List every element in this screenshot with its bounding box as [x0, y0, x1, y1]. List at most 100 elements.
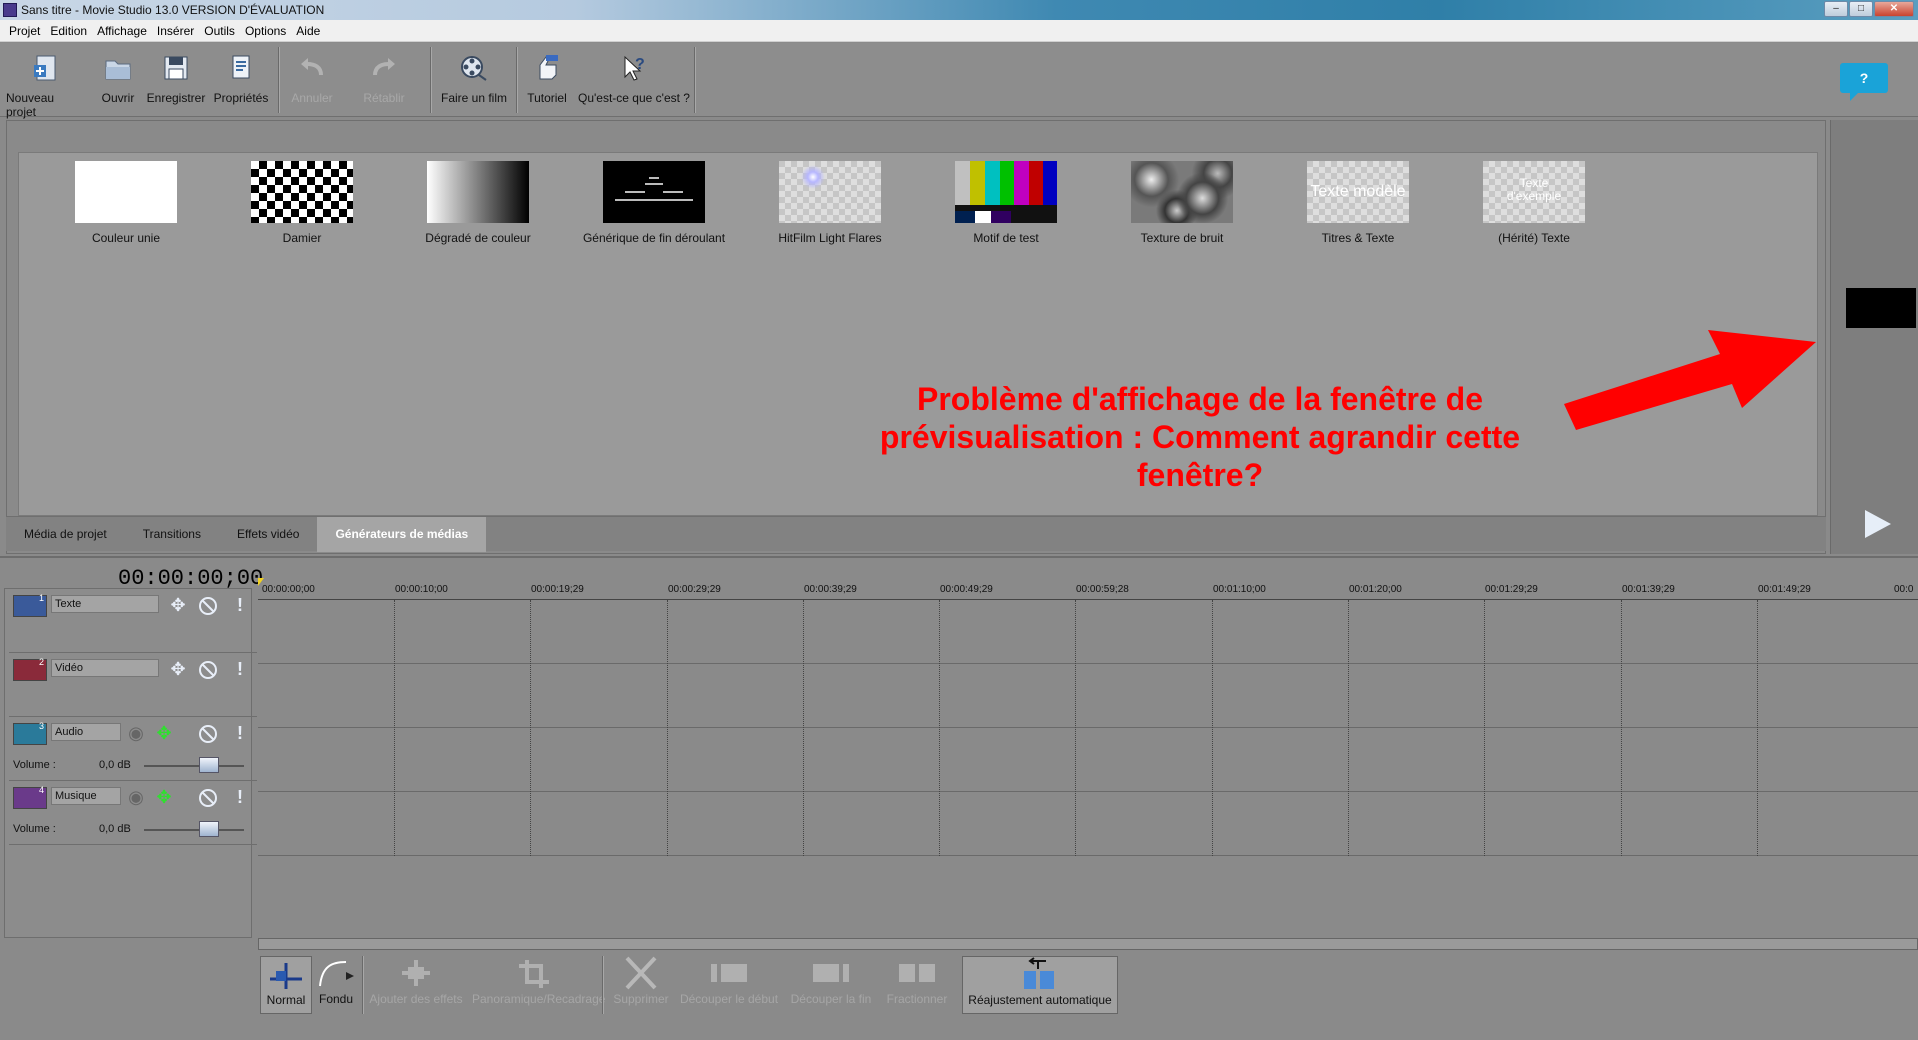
record-arm-icon[interactable]: ◉ [125, 723, 147, 745]
track-lane-4[interactable] [258, 792, 1918, 856]
tab-video-effects[interactable]: Effets vidéo [219, 517, 317, 552]
preview-screen [1846, 288, 1916, 328]
close-button[interactable]: ✕ [1874, 1, 1914, 17]
pan-crop-button[interactable]: Panoramique/Recadrage [472, 956, 605, 1014]
track-number: 1 [39, 593, 45, 603]
track-header-3[interactable]: 3 Audio ◉ ✥ ! Volume : 0,0 dB [9, 717, 257, 781]
add-effects-button[interactable]: Ajouter des effets [368, 956, 464, 1014]
solo-icon[interactable]: ! [229, 595, 251, 617]
new-project-label: Nouveau projet [6, 91, 55, 119]
properties-button[interactable]: Propriétés [212, 49, 270, 113]
menu-affichage[interactable]: Affichage [92, 24, 152, 38]
generator-noise-texture[interactable]: Texture de bruit [1097, 161, 1267, 245]
menu-aide[interactable]: Aide [291, 24, 325, 38]
generator-titles-text[interactable]: Texte modèle Titres & Texte [1273, 161, 1443, 245]
save-button[interactable]: Enregistrer [146, 49, 206, 113]
track-lane-3[interactable] [258, 728, 1918, 792]
play-icon[interactable] [1865, 510, 1891, 538]
track-name-field[interactable]: Musique [51, 787, 121, 805]
redo-button[interactable]: Rétablir [356, 49, 412, 113]
menu-outils[interactable]: Outils [199, 24, 240, 38]
solid-color-thumbnail [75, 161, 177, 223]
time-ruler[interactable]: 00:00:00;00 00:00:10;00 00:00:19;29 00:0… [258, 578, 1918, 600]
menu-edition[interactable]: Edition [45, 24, 92, 38]
tab-project-media[interactable]: Média de projet [6, 517, 125, 552]
normal-edit-tool[interactable]: Normal [260, 956, 312, 1014]
delete-button[interactable]: Supprimer [608, 956, 674, 1014]
record-arm-icon[interactable]: ◉ [125, 787, 147, 809]
titles-text-thumbnail: Texte modèle [1307, 161, 1409, 223]
solo-icon[interactable]: ! [229, 659, 251, 681]
volume-slider-handle[interactable] [199, 821, 219, 837]
track-name-field[interactable]: Vidéo [51, 659, 159, 677]
generator-solid-color[interactable]: Couleur unie [41, 161, 211, 245]
normal-tool-icon [266, 957, 306, 991]
titles-text-sample: Texte modèle [1310, 183, 1406, 200]
timeline-panel: 00:00:00;00 1 Texte ✥ ! 2 Vidéo ✥ ! 3 Au… [0, 556, 1918, 950]
track-fx-icon[interactable]: ✥ [153, 723, 175, 745]
checkerboard-thumbnail [251, 161, 353, 223]
open-button[interactable]: Ouvrir [96, 49, 140, 113]
track-header-2[interactable]: 2 Vidéo ✥ ! [9, 653, 257, 717]
ruler-tick-label: 00:00:29;29 [668, 584, 721, 595]
split-button[interactable]: Fractionner [882, 956, 952, 1014]
fade-tool[interactable]: Fondu [314, 956, 358, 1014]
undo-icon [297, 53, 327, 83]
window-title: Sans titre - Movie Studio 13.0 VERSION D… [21, 3, 325, 17]
track-fx-icon[interactable]: ✥ [153, 787, 175, 809]
track-lane-2[interactable] [258, 664, 1918, 728]
title-bar: Sans titre - Movie Studio 13.0 VERSION D… [0, 0, 1918, 20]
generator-test-pattern[interactable]: Motif de test [921, 161, 1091, 245]
volume-label: Volume : [13, 823, 56, 835]
make-movie-button[interactable]: Faire un film [438, 49, 510, 113]
auto-ripple-toggle[interactable]: Réajustement automatique [962, 956, 1118, 1014]
svg-text:?: ? [635, 56, 645, 73]
generator-label: Damier [282, 231, 322, 245]
mute-icon[interactable] [197, 595, 219, 617]
redo-icon [369, 53, 399, 83]
volume-slider-handle[interactable] [199, 757, 219, 773]
track-lane-1[interactable] [258, 600, 1918, 664]
tutorial-button[interactable]: Tutoriel [522, 49, 572, 113]
track-header-1[interactable]: 1 Texte ✥ ! [9, 589, 257, 653]
light-flares-thumbnail [779, 161, 881, 223]
whats-this-button[interactable]: ? Qu'est-ce que c'est ? [578, 49, 690, 113]
trim-start-button[interactable]: Découper le début [678, 956, 780, 1014]
generator-credit-roll[interactable]: Générique de fin déroulant [569, 161, 739, 245]
tab-media-generators[interactable]: Générateurs de médias [317, 517, 487, 552]
help-bubble-icon[interactable]: ? [1840, 63, 1888, 101]
save-label: Enregistrer [146, 91, 206, 105]
undo-button[interactable]: Annuler [286, 49, 338, 113]
solo-icon[interactable]: ! [229, 787, 251, 809]
track-lanes[interactable] [258, 600, 1918, 856]
mute-icon[interactable] [197, 723, 219, 745]
menu-projet[interactable]: Projet [4, 24, 45, 38]
tab-transitions[interactable]: Transitions [125, 517, 219, 552]
menu-inserer[interactable]: Insérer [152, 24, 199, 38]
mute-icon[interactable] [197, 659, 219, 681]
track-name-field[interactable]: Texte [51, 595, 159, 613]
track-name-field[interactable]: Audio [51, 723, 121, 741]
generator-legacy-text[interactable]: Texte d'exemple (Hérité) Texte [1449, 161, 1619, 245]
ruler-tick-label: 00:00:39;29 [804, 584, 857, 595]
playhead-marker[interactable] [258, 578, 264, 586]
new-project-button[interactable]: Nouveau projet [6, 49, 86, 119]
main-toolbar: Nouveau projet Ouvrir Enregistrer Propri… [0, 43, 1918, 119]
generator-light-flares[interactable]: HitFilm Light Flares [745, 161, 915, 245]
mute-icon[interactable] [197, 787, 219, 809]
generator-checkerboard[interactable]: Damier [217, 161, 387, 245]
red-arrow-icon [1564, 330, 1816, 430]
solo-icon[interactable]: ! [229, 723, 251, 745]
track-fx-icon[interactable]: ✥ [167, 659, 189, 681]
split-icon [897, 956, 937, 990]
timeline-horizontal-scrollbar[interactable] [258, 938, 1918, 950]
menu-options[interactable]: Options [240, 24, 291, 38]
generator-color-gradient[interactable]: Dégradé de couleur [393, 161, 563, 245]
window-controls: – □ ✕ [1824, 1, 1914, 17]
credit-roll-thumbnail [603, 161, 705, 223]
maximize-button[interactable]: □ [1849, 1, 1873, 17]
trim-end-button[interactable]: Découper la fin [784, 956, 878, 1014]
track-fx-icon[interactable]: ✥ [167, 595, 189, 617]
minimize-button[interactable]: – [1824, 1, 1848, 17]
track-header-4[interactable]: 4 Musique ◉ ✥ ! Volume : 0,0 dB [9, 781, 257, 845]
